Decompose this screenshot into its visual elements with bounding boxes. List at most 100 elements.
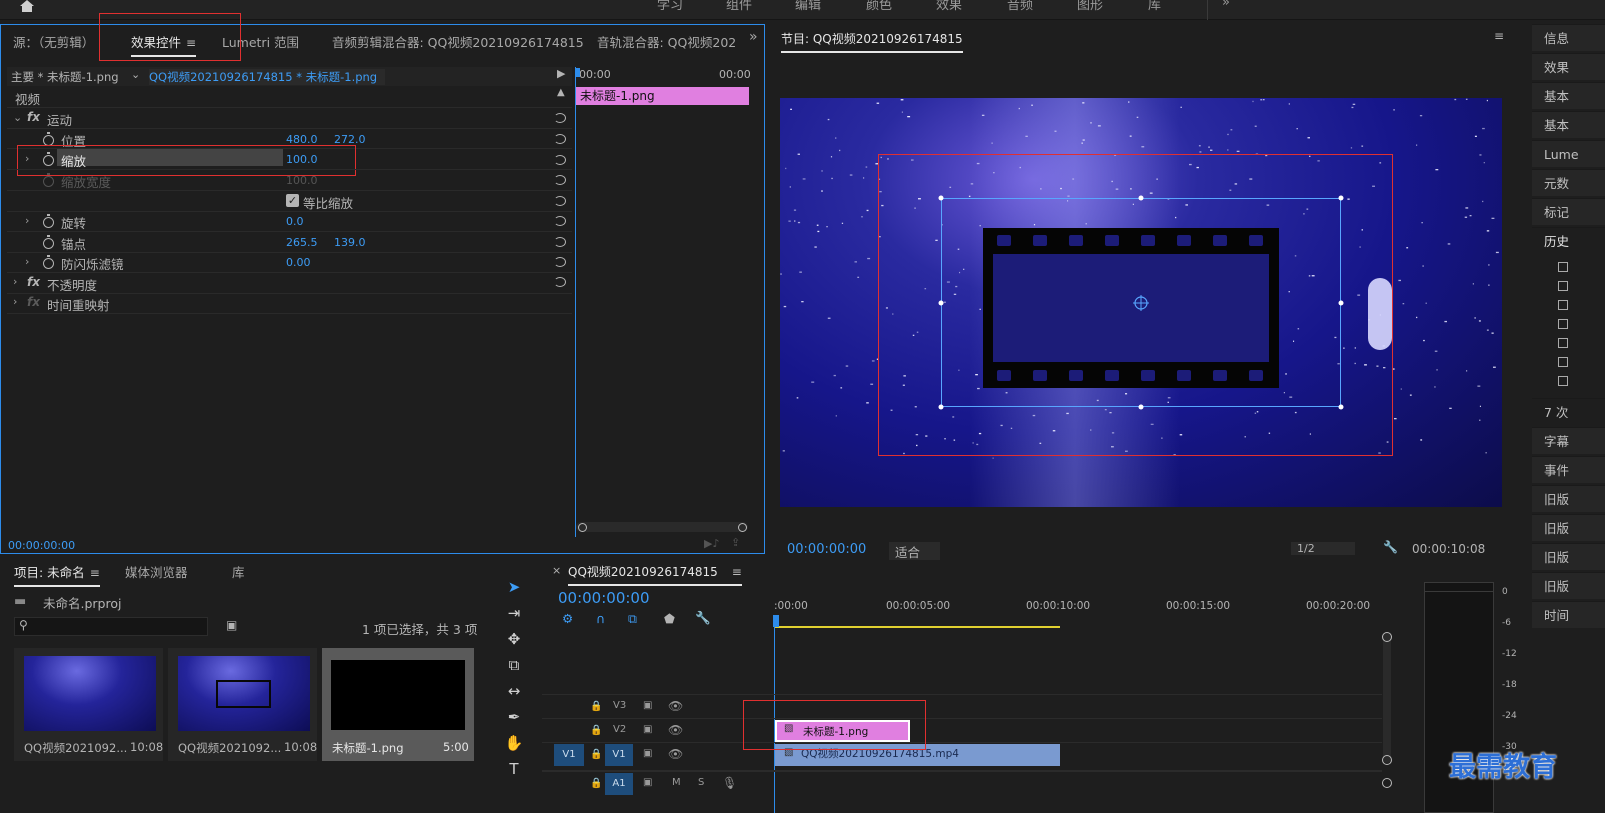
eye-icon[interactable]: 👁 [668, 699, 683, 713]
resize-handle[interactable] [1338, 404, 1344, 410]
anchor-y-value[interactable]: 139.0 [334, 236, 366, 249]
sync-lock-icon[interactable]: ▣ [643, 777, 652, 788]
resize-handle[interactable] [1138, 404, 1144, 410]
history-step-icon[interactable] [1558, 281, 1568, 291]
project-item[interactable]: 未标题-1.png 5:00 [322, 648, 474, 761]
position-x-value[interactable]: 480.0 [286, 133, 318, 146]
marker-icon[interactable]: ⬟ [664, 611, 675, 626]
vertical-scrollbar[interactable] [1383, 633, 1391, 763]
stopwatch-icon[interactable] [43, 132, 54, 146]
reset-icon[interactable] [554, 257, 566, 267]
project-item[interactable]: QQ视频2021092... 10:08 [14, 648, 163, 761]
workspace-tab-graphics[interactable]: 图形 [1077, 0, 1103, 13]
workspace-tab-learn[interactable]: 学习 [657, 0, 683, 13]
chevron-right-icon[interactable]: › [13, 275, 17, 288]
chevron-down-icon[interactable]: ⌄ [13, 111, 22, 124]
reset-icon[interactable] [554, 113, 566, 123]
effect-timecode[interactable]: 00:00:00:00 [8, 539, 75, 552]
side-panel-tab[interactable]: 元数 [1532, 169, 1605, 196]
collapse-up-icon[interactable]: ▲ [557, 87, 565, 98]
selection-tool-icon[interactable]: ➤ [502, 577, 526, 597]
tab-project[interactable]: 项目: 未命名 ≡ [14, 562, 100, 587]
panel-overflow-button[interactable]: » [749, 29, 758, 45]
sync-lock-icon[interactable]: ▣ [643, 724, 652, 735]
side-panel-tab[interactable]: Lume [1532, 140, 1605, 167]
close-icon[interactable]: × [552, 564, 561, 577]
mute-button[interactable]: M [672, 777, 681, 788]
tab-audio-clip-mixer[interactable]: 音频剪辑混合器: QQ视频20210926174815 [332, 32, 584, 51]
fx-icon[interactable]: fx [27, 275, 40, 289]
playhead-marker[interactable] [575, 68, 580, 77]
reset-icon[interactable] [554, 155, 566, 165]
reset-icon[interactable] [554, 237, 566, 247]
scroll-handle[interactable] [1382, 755, 1392, 765]
type-tool-icon[interactable]: T [502, 759, 526, 779]
resize-handle[interactable] [938, 195, 944, 201]
timeline-timecode[interactable]: 00:00:00:00 [558, 589, 650, 607]
stopwatch-icon[interactable] [43, 255, 54, 269]
side-panel-tab[interactable]: 事件 [1532, 456, 1605, 483]
chevron-down-icon[interactable]: ⌄ [131, 68, 140, 81]
quality-dropdown[interactable]: 1/2 [1291, 542, 1355, 555]
history-step-icon[interactable] [1558, 357, 1568, 367]
side-panel-tab[interactable]: 旧版 [1532, 485, 1605, 512]
tab-libraries[interactable]: 库 [232, 562, 245, 581]
lock-icon[interactable]: 🔒 [590, 778, 602, 789]
antiflicker-value[interactable]: 0.00 [286, 256, 311, 269]
zoom-handle[interactable] [738, 523, 747, 532]
side-panel-tab[interactable]: 历史 [1532, 227, 1605, 254]
project-item[interactable]: QQ视频2021092... 10:08 [168, 648, 317, 761]
history-step-icon[interactable] [1558, 319, 1568, 329]
tab-effect-controls[interactable]: 效果控件 ≡ [131, 32, 197, 57]
track-target-v1[interactable]: V1 [605, 744, 633, 766]
stopwatch-icon[interactable] [43, 152, 54, 166]
snap-magnet-icon[interactable]: ∩ [596, 611, 605, 626]
side-panel-tab[interactable]: 标记 [1532, 198, 1605, 225]
home-icon[interactable] [18, 0, 36, 12]
resize-handle[interactable] [1138, 195, 1144, 201]
history-step-icon[interactable] [1558, 300, 1568, 310]
program-timecode[interactable]: 00:00:00:00 [787, 542, 866, 557]
sync-lock-icon[interactable]: ▣ [643, 748, 652, 759]
fx-icon[interactable]: fx [27, 110, 40, 124]
workspace-tab-libraries[interactable]: 库 [1148, 0, 1161, 13]
stopwatch-icon[interactable] [43, 235, 54, 249]
zoom-handle[interactable] [578, 523, 587, 532]
wrench-icon[interactable]: 🔧 [695, 610, 711, 626]
reset-icon[interactable] [554, 196, 566, 206]
work-area-bar[interactable] [775, 626, 1060, 628]
side-panel-tab[interactable]: 基本 [1532, 82, 1605, 109]
wrench-icon[interactable]: 🔧 [1383, 540, 1398, 554]
linked-selection-icon[interactable]: ⧉ [628, 611, 637, 627]
lock-icon[interactable]: 🔒 [590, 701, 602, 712]
history-step-icon[interactable] [1558, 338, 1568, 348]
menu-icon[interactable]: ≡ [90, 566, 100, 580]
ripple-edit-tool-icon[interactable]: ✥ [502, 629, 526, 649]
chevron-right-icon[interactable]: › [25, 255, 29, 268]
tab-media-browser[interactable]: 媒体浏览器 [125, 562, 188, 581]
uniform-scale-checkbox[interactable]: ✓ [286, 194, 299, 207]
eye-icon[interactable]: 👁 [668, 723, 683, 737]
workspace-tab-color[interactable]: 颜色 [866, 0, 892, 13]
source-patch-v1[interactable]: V1 [554, 744, 584, 766]
workspace-tab-effects[interactable]: 效果 [936, 0, 962, 13]
tab-lumetri-scopes[interactable]: Lumetri 范围 [222, 32, 299, 51]
chevron-right-icon[interactable]: › [13, 295, 17, 308]
play-triangle-icon[interactable]: ▶ [557, 67, 565, 80]
menu-icon[interactable]: ≡ [1494, 29, 1504, 43]
history-step-icon[interactable] [1558, 262, 1568, 272]
resize-handle[interactable] [1338, 195, 1344, 201]
workspace-tab-editing[interactable]: 编辑 [795, 0, 821, 13]
lock-icon[interactable]: 🔒 [590, 749, 602, 760]
workspace-tab-audio[interactable]: 音频 [1007, 0, 1033, 13]
chevron-right-icon[interactable]: › [25, 214, 29, 227]
tab-source[interactable]: 源：（无剪辑） [13, 32, 94, 51]
sync-lock-icon[interactable]: ▣ [643, 700, 652, 711]
slip-tool-icon[interactable]: ↔ [502, 681, 526, 701]
rotation-value[interactable]: 0.0 [286, 215, 304, 228]
export-icon[interactable]: ⇪ [731, 536, 740, 549]
timeline-clip-png[interactable]: 未标题-1.png [775, 720, 910, 742]
tab-audio-track-mixer[interactable]: 音轨混合器: QQ视频202 [597, 32, 736, 51]
program-title[interactable]: 节目: QQ视频20210926174815 [781, 30, 963, 53]
scale-value[interactable]: 100.0 [286, 153, 318, 166]
